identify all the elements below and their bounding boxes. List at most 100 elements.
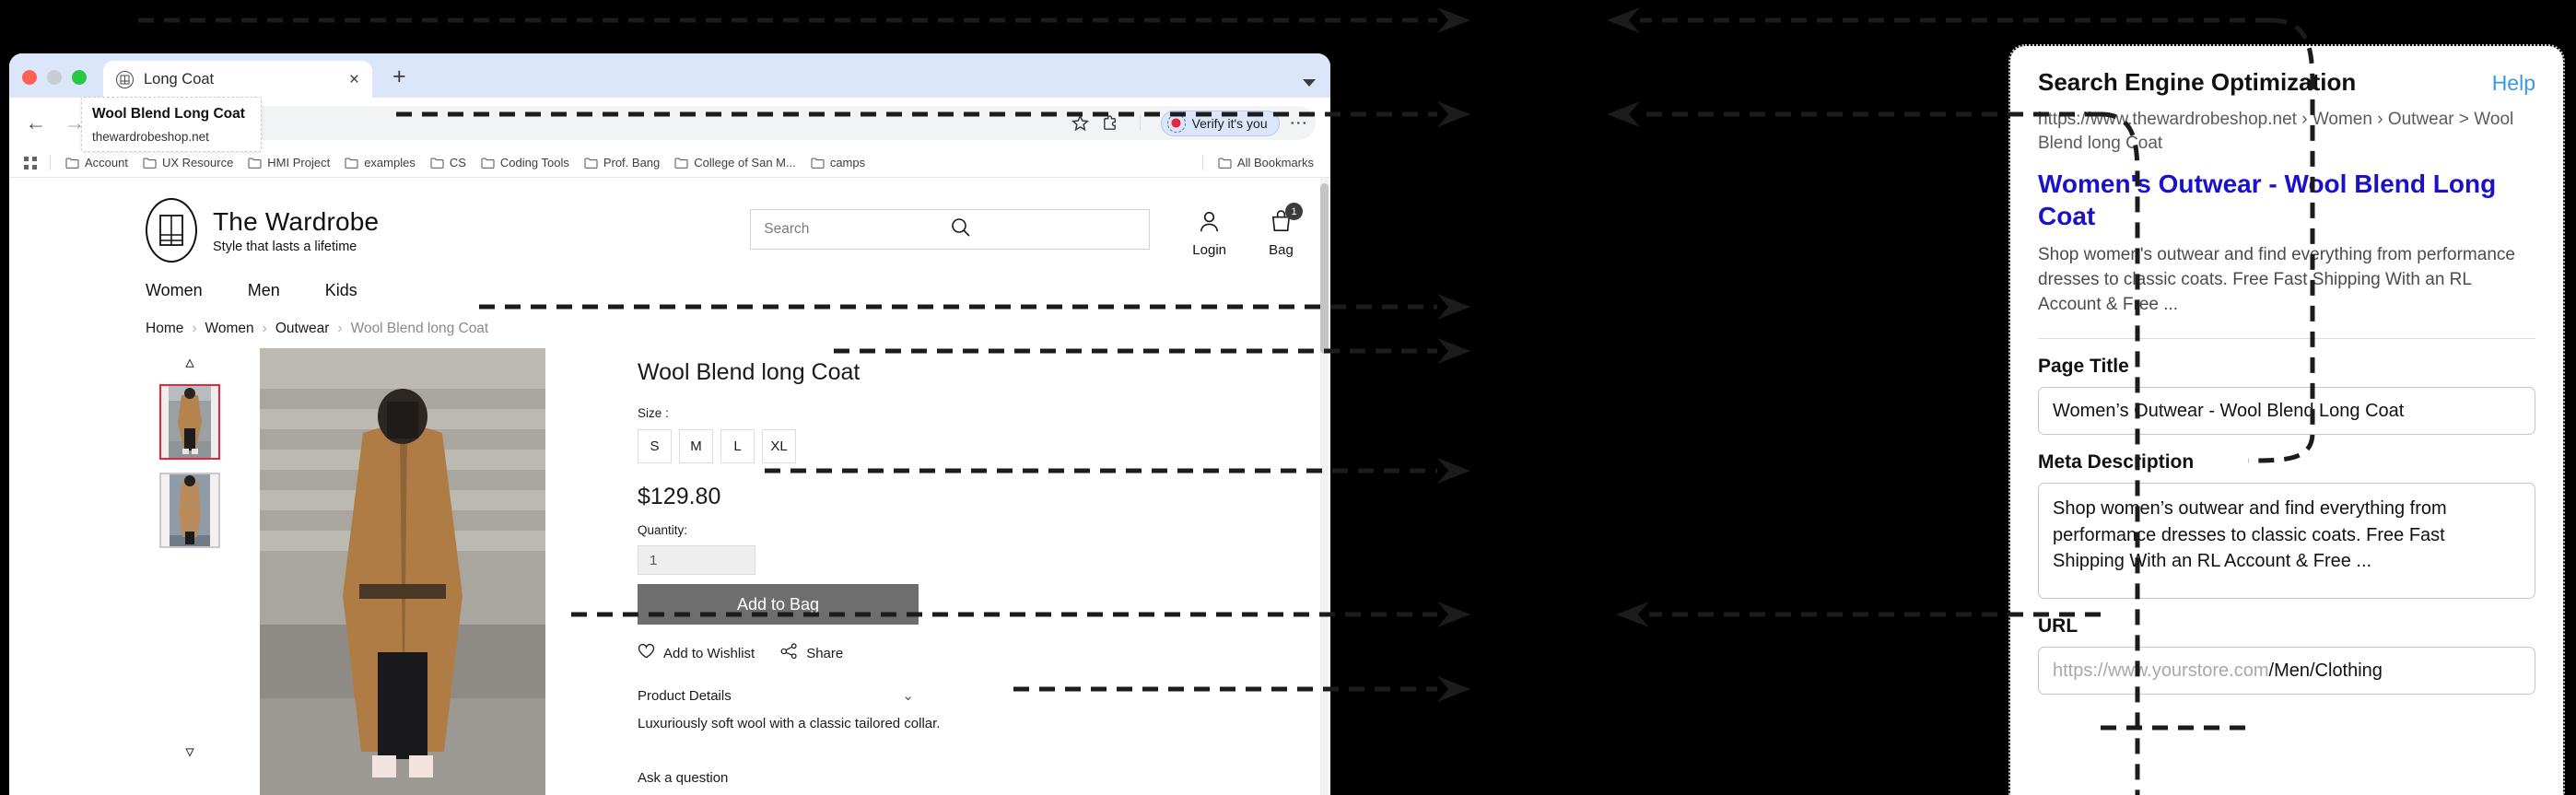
callout-subtitle: thewardrobeshop.net — [92, 130, 209, 144]
product-details-label: Product Details — [638, 687, 732, 704]
page-title-input[interactable]: Women’s Outwear - Wool Blend Long Coat — [2038, 387, 2535, 436]
close-tab-icon[interactable]: × — [349, 71, 359, 88]
meta-description-field-label: Meta Description — [2038, 451, 2195, 473]
all-bookmarks-button[interactable]: All Bookmarks — [1211, 153, 1321, 172]
screenshot-stage: Long Coat × + ← → net/product/long-coat — [0, 0, 2576, 795]
callout-title: Wool Blend Long Coat — [92, 106, 245, 122]
bookmark-folder-8[interactable]: camps — [803, 153, 872, 172]
back-button[interactable]: ← — [24, 112, 48, 134]
bookmark-label-3: examples — [364, 156, 416, 170]
product-details-accordion[interactable]: Product Details ⌄ — [638, 687, 914, 705]
size-label: Size : — [638, 406, 669, 420]
minimize-window-button[interactable] — [47, 70, 62, 85]
breadcrumb-item-1[interactable]: Women — [205, 321, 254, 337]
bookmark-folder-1[interactable]: UX Resource — [135, 153, 240, 172]
tab-strip: Long Coat × + — [9, 53, 1330, 98]
product-hero-image[interactable] — [260, 348, 545, 795]
breadcrumb: Home › Women › Outwear › Wool Blend long… — [9, 300, 1330, 337]
all-bookmarks-container: All Bookmarks — [1195, 153, 1321, 172]
bag-button[interactable]: 1 Bag — [1269, 203, 1303, 258]
url-input-prefix: https://www.yourstore.com — [2053, 660, 2269, 681]
login-button[interactable]: Login — [1192, 209, 1226, 258]
login-label: Login — [1192, 242, 1226, 258]
url-field-label: URL — [2038, 615, 2078, 637]
thumbnail-1[interactable] — [159, 473, 220, 548]
add-to-bag-button[interactable]: Add to Bag — [638, 584, 919, 625]
bookmark-folder-3[interactable]: examples — [337, 153, 423, 172]
bookmark-folder-2[interactable]: HMI Project — [240, 153, 337, 172]
bookmark-folder-7[interactable]: College of San M... — [667, 153, 803, 172]
wardrobe-favicon-icon — [116, 70, 134, 88]
search-icon[interactable] — [950, 216, 1136, 243]
address-bar[interactable]: net/product/long-coat Verify it's you — [101, 106, 1316, 140]
product-price: $129.80 — [638, 484, 721, 509]
store-logo[interactable]: The Wardrobe Style that lasts a lifetime — [146, 198, 379, 263]
page-scrollbar-thumb[interactable] — [1320, 183, 1329, 354]
page-title-field-label: Page Title — [2038, 356, 2129, 378]
product-secondary-actions: Add to Wishlist Share — [638, 643, 1319, 663]
seo-help-link[interactable]: Help — [2492, 71, 2535, 96]
size-option-m[interactable]: M — [679, 429, 713, 463]
all-bookmarks-divider — [1201, 155, 1203, 170]
thumbnails-scroll-down-icon[interactable]: ▿ — [185, 743, 194, 761]
thumbnail-0[interactable] — [159, 384, 220, 460]
share-button[interactable]: Share — [780, 643, 843, 663]
nav-item-men[interactable]: Men — [248, 281, 280, 300]
all-bookmarks-label: All Bookmarks — [1236, 156, 1314, 170]
bookmark-star-icon[interactable] — [1071, 114, 1089, 132]
bookmark-label-1: UX Resource — [161, 156, 234, 170]
store-brand-tagline: Style that lasts a lifetime — [213, 239, 357, 254]
breadcrumb-separator: › — [262, 321, 267, 336]
breadcrumb-separator: › — [192, 321, 197, 336]
bookmark-folder-6[interactable]: Prof. Bang — [577, 153, 667, 172]
bookmarks-bar: Account UX Resource HMI Project examples… — [9, 148, 1330, 178]
quantity-input[interactable]: 1 — [638, 545, 755, 575]
nav-item-kids[interactable]: Kids — [325, 281, 357, 300]
store-brand-name: The Wardrobe — [213, 206, 380, 236]
extensions-puzzle-icon[interactable] — [1102, 114, 1119, 132]
page-title-callout: Wool Blend Long Coat thewardrobeshop.net — [81, 97, 262, 152]
new-tab-button[interactable]: + — [372, 65, 406, 98]
breadcrumb-item-2[interactable]: Outwear — [275, 321, 330, 337]
thumbnail-column: ▵ ▿ — [146, 348, 234, 795]
ask-a-question-link[interactable]: Ask a question — [638, 770, 1319, 786]
url-input-value: /Men/Clothing — [2268, 660, 2383, 681]
window-controls[interactable] — [22, 70, 87, 98]
verify-its-you-badge[interactable]: Verify it's you — [1160, 110, 1280, 136]
size-option-xl[interactable]: XL — [762, 429, 796, 463]
apps-grid-icon[interactable] — [18, 156, 42, 170]
quantity-label: Quantity: — [638, 523, 688, 537]
size-option-s[interactable]: S — [638, 429, 672, 463]
breadcrumb-item-current: Wool Blend long Coat — [350, 321, 489, 336]
product-title: Wool Blend long Coat — [638, 359, 861, 385]
bookmark-folder-4[interactable]: CS — [423, 153, 474, 172]
verify-its-you-label: Verify it's you — [1191, 115, 1268, 131]
chevron-down-icon[interactable]: ⌄ — [902, 687, 914, 704]
close-window-button[interactable] — [22, 70, 37, 85]
browser-tab[interactable]: Long Coat × — [103, 61, 372, 98]
seo-preview-title[interactable]: Women's Outwear - Wool Blend Long Coat — [2038, 168, 2535, 232]
chevron-down-icon — [1303, 79, 1316, 87]
url-input[interactable]: https://www.yourstore.com/Men/Clothing — [2038, 647, 2535, 696]
size-options: S M L XL — [638, 429, 1319, 463]
size-option-l[interactable]: L — [720, 429, 755, 463]
tab-list-button[interactable] — [1303, 79, 1330, 98]
nav-item-women[interactable]: Women — [146, 281, 203, 300]
bookmark-folder-5[interactable]: Coding Tools — [474, 153, 577, 172]
share-icon — [780, 643, 798, 663]
maximize-window-button[interactable] — [72, 70, 87, 85]
thumbnails-scroll-up-icon[interactable]: ▵ — [185, 354, 194, 371]
store-nav: Women Men Kids — [9, 263, 1330, 300]
breadcrumb-item-0[interactable]: Home — [146, 321, 183, 337]
omnibox-actions: Verify it's you ⋮ — [1071, 110, 1307, 136]
browser-menu-icon[interactable]: ⋮ — [1288, 114, 1307, 132]
share-label: Share — [806, 645, 844, 661]
meta-description-textarea[interactable]: Shop women’s outwear and find everything… — [2038, 483, 2535, 600]
seo-preview-description: Shop women's outwear and find everything… — [2038, 245, 2515, 315]
store-search-input[interactable]: Search — [750, 209, 1151, 250]
bag-count-badge: 1 — [1285, 203, 1303, 220]
bag-label: Bag — [1269, 242, 1294, 258]
add-to-wishlist-button[interactable]: Add to Wishlist — [638, 643, 755, 663]
browser-window: Long Coat × + ← → net/product/long-coat — [9, 53, 1330, 795]
bookmark-folder-0[interactable]: Account — [58, 153, 135, 172]
